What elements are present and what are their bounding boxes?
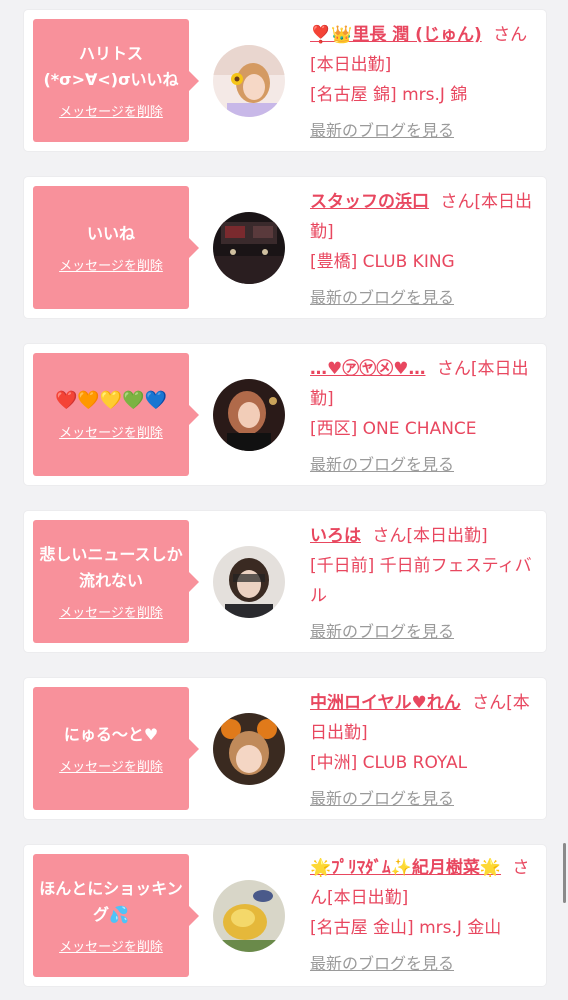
message-card: ハリトス (*σ>∀<)σいいね メッセージを削除 ❣️👑里長 潤 (じゅん) … [24,10,546,151]
cast-name-link[interactable]: スタッフの浜口 [310,192,429,212]
message-text: ほんとにショッキング💦 [39,879,183,924]
delete-message-link[interactable]: メッセージを削除 [59,255,163,274]
cast-name-link[interactable]: …♥㋐㋳㋱♥… [310,359,425,379]
shop-text: [千日前] 千日前フェスティバル [310,556,532,606]
scrollbar[interactable] [563,843,566,903]
shop-text: [名古屋 錦] mrs.J 錦 [310,85,468,105]
status-text: さん[本日出勤] [372,526,488,546]
cast-name-link[interactable]: ❣️👑里長 潤 (じゅん) [310,25,482,45]
avatar[interactable] [213,546,285,618]
message-text: にゅる〜と♥ [63,725,159,744]
latest-blog-link[interactable]: 最新のブログを見る [310,450,536,480]
shop-text: [豊橋] CLUB KING [310,252,455,272]
cast-info: 🌟ﾌﾟﾘﾏﾀﾞﾑ✨紀月樹菜🌟 さん[本日出勤] [名古屋 金山] mrs.J 金… [310,853,536,979]
shop-text: [中洲] CLUB ROYAL [310,753,468,773]
message-bubble: ほんとにショッキング💦 メッセージを削除 [33,854,199,977]
delete-message-link[interactable]: メッセージを削除 [59,756,163,775]
avatar[interactable] [213,212,285,284]
message-bubble: 悲しいニュースしか流れない メッセージを削除 [33,520,199,643]
cast-info: いろは さん[本日出勤] [千日前] 千日前フェスティバル 最新のブログを見る [310,521,536,647]
latest-blog-link[interactable]: 最新のブログを見る [310,617,536,647]
delete-message-link[interactable]: メッセージを削除 [59,602,163,621]
cast-name-link[interactable]: 中洲ロイヤル♥れん [310,693,461,713]
delete-message-link[interactable]: メッセージを削除 [59,101,163,120]
message-card: ❤️🧡💛💚💙 メッセージを削除 …♥㋐㋳㋱♥… さん[本日出勤] [西区] ON… [24,344,546,485]
shop-text: [名古屋 金山] mrs.J 金山 [310,918,502,938]
avatar[interactable] [213,379,285,451]
message-bubble: ❤️🧡💛💚💙 メッセージを削除 [33,353,199,476]
cast-info: ❣️👑里長 潤 (じゅん) さん[本日出勤] [名古屋 錦] mrs.J 錦 最… [310,20,536,146]
latest-blog-link[interactable]: 最新のブログを見る [310,283,536,313]
message-text: ❤️🧡💛💚💙 [54,390,168,411]
shop-text: [西区] ONE CHANCE [310,419,477,439]
message-card: ほんとにショッキング💦 メッセージを削除 🌟ﾌﾟﾘﾏﾀﾞﾑ✨紀月樹菜🌟 さん[本… [24,845,546,986]
avatar[interactable] [213,45,285,117]
message-card: 悲しいニュースしか流れない メッセージを削除 いろは さん[本日出勤] [千日前… [24,511,546,652]
latest-blog-link[interactable]: 最新のブログを見る [310,949,536,979]
message-text: いいね [86,224,135,243]
message-bubble: いいね メッセージを削除 [33,186,199,309]
message-card: にゅる〜と♥ メッセージを削除 中洲ロイヤル♥れん さん[本日出勤] [中洲] … [24,678,546,819]
delete-message-link[interactable]: メッセージを削除 [59,422,163,441]
avatar[interactable] [213,713,285,785]
cast-info: スタッフの浜口 さん[本日出勤] [豊橋] CLUB KING 最新のブログを見… [310,187,536,313]
message-text: 悲しいニュースしか流れない [39,545,183,590]
message-text: ハリトス (*σ>∀<)σいいね [43,44,179,89]
cast-info: …♥㋐㋳㋱♥… さん[本日出勤] [西区] ONE CHANCE 最新のブログを… [310,354,536,480]
cast-name-link[interactable]: 🌟ﾌﾟﾘﾏﾀﾞﾑ✨紀月樹菜🌟 [310,858,501,878]
latest-blog-link[interactable]: 最新のブログを見る [310,784,536,814]
message-card: いいね メッセージを削除 スタッフの浜口 さん[本日出勤] [豊橋] CLUB … [24,177,546,318]
message-bubble: にゅる〜と♥ メッセージを削除 [33,687,199,810]
avatar[interactable] [213,880,285,952]
cast-name-link[interactable]: いろは [310,526,361,546]
latest-blog-link[interactable]: 最新のブログを見る [310,116,536,146]
delete-message-link[interactable]: メッセージを削除 [59,936,163,955]
cast-info: 中洲ロイヤル♥れん さん[本日出勤] [中洲] CLUB ROYAL 最新のブロ… [310,688,536,814]
message-bubble: ハリトス (*σ>∀<)σいいね メッセージを削除 [33,19,199,142]
